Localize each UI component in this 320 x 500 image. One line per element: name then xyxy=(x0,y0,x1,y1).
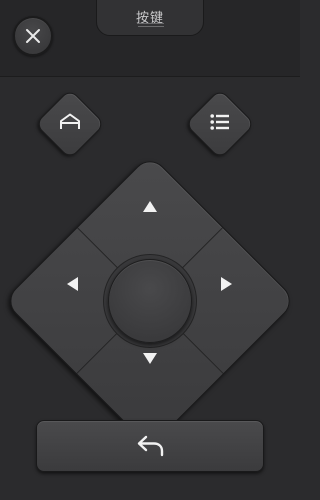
tab-handle-line xyxy=(138,26,164,27)
back-button[interactable] xyxy=(36,420,264,472)
close-button[interactable] xyxy=(13,16,53,56)
arrow-right-icon xyxy=(221,277,232,291)
arrow-left-icon xyxy=(67,277,78,291)
back-arrow-icon xyxy=(137,435,164,457)
tab-handle-line xyxy=(138,23,164,24)
menu-list-icon xyxy=(210,114,230,134)
keys-tab[interactable]: 按键 xyxy=(96,0,204,36)
ok-button[interactable] xyxy=(108,259,192,343)
home-icon xyxy=(58,113,82,135)
top-bar: 按键 xyxy=(0,0,300,77)
menu-button[interactable] xyxy=(184,88,256,160)
arrow-up-icon xyxy=(143,201,157,212)
arrow-down-icon xyxy=(143,353,157,364)
close-icon xyxy=(26,29,40,43)
home-button[interactable] xyxy=(34,88,106,160)
